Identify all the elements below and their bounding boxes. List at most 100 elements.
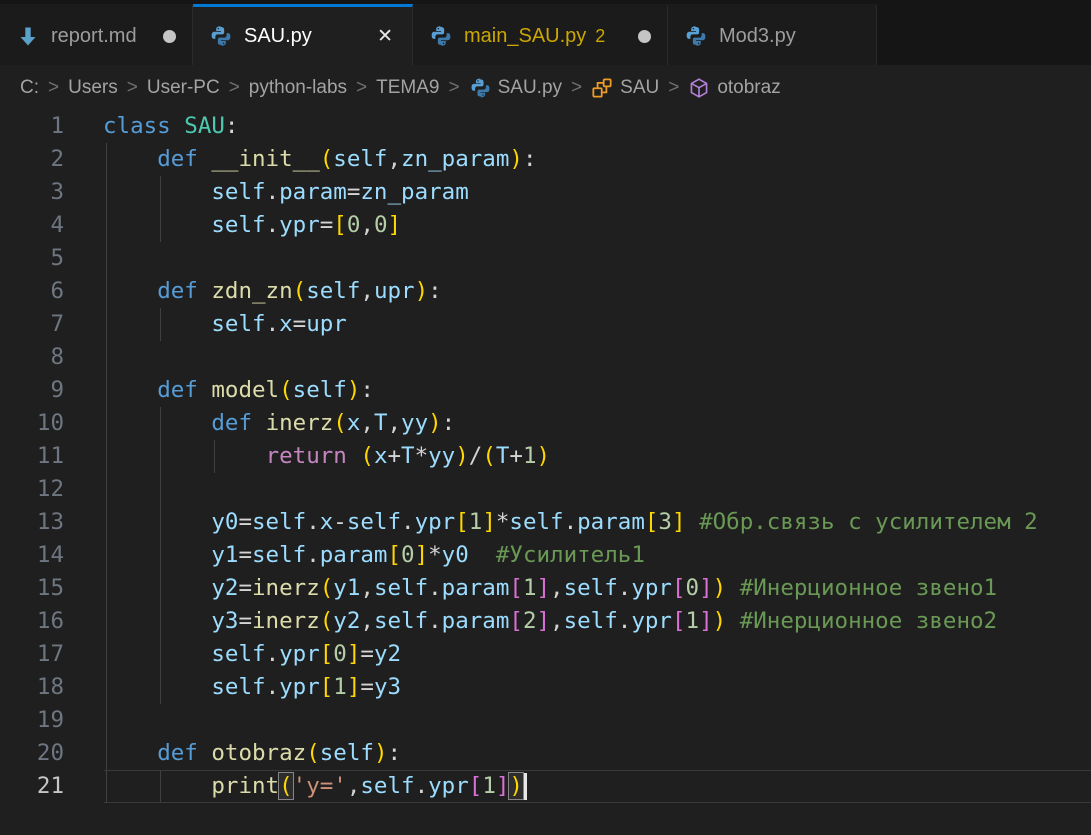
- line-content: def model(self):: [64, 374, 1091, 407]
- indent-guide: [160, 770, 161, 803]
- breadcrumb-label: SAU.py: [498, 77, 562, 99]
- line-content: print('y=',self.ypr[1]): [64, 770, 1091, 803]
- indent-guide: [160, 638, 161, 671]
- line-number[interactable]: 2: [0, 143, 64, 176]
- line-content: self.param=zn_param: [64, 176, 1091, 209]
- breadcrumb-item-SAU[interactable]: SAU: [591, 76, 659, 99]
- code-line[interactable]: 16 y3=inerz(y2,self.param[2],self.ypr[1]…: [0, 605, 1091, 638]
- indent-guide: [106, 209, 107, 242]
- vscode-window: report.mdSAU.py✕main_SAU.py2Mod3.py C:>U…: [0, 0, 1091, 835]
- breadcrumb-item-SAU.py[interactable]: SAU.py: [469, 76, 562, 99]
- breadcrumb-item-python-labs[interactable]: python-labs: [249, 77, 347, 99]
- indent-guide: [160, 176, 161, 209]
- line-content: self.x=upr: [64, 308, 1091, 341]
- tab-SAU.py[interactable]: SAU.py✕: [193, 4, 413, 65]
- code-line[interactable]: 20 def otobraz(self):: [0, 737, 1091, 770]
- indent-guide: [106, 638, 107, 671]
- indent-guide: [106, 737, 107, 770]
- tab-label: main_SAU.py: [464, 25, 586, 48]
- line-number[interactable]: 1: [0, 110, 64, 143]
- line-number[interactable]: 9: [0, 374, 64, 407]
- line-number[interactable]: 19: [0, 704, 64, 737]
- line-content: y2=inerz(y1,self.param[1],self.ypr[0]) #…: [64, 572, 1091, 605]
- indent-guide: [214, 440, 215, 473]
- breadcrumb-item-User-PC[interactable]: User-PC: [147, 77, 220, 99]
- code-line[interactable]: 12: [0, 473, 1091, 506]
- line-number[interactable]: 17: [0, 638, 64, 671]
- line-content: [64, 704, 1091, 737]
- code-line[interactable]: 14 y1=self.param[0]*y0 #Усилитель1: [0, 539, 1091, 572]
- line-content: y1=self.param[0]*y0 #Усилитель1: [64, 539, 1091, 572]
- code-line[interactable]: 8: [0, 341, 1091, 374]
- code-editor[interactable]: 1class SAU:2 def __init__(self,zn_param)…: [0, 110, 1091, 835]
- breadcrumb-label: TEMA9: [376, 77, 439, 99]
- indent-guide: [160, 539, 161, 572]
- markdown-icon: [16, 24, 40, 48]
- breadcrumb-item-otobraz[interactable]: otobraz: [688, 76, 780, 99]
- line-number[interactable]: 14: [0, 539, 64, 572]
- line-number[interactable]: 16: [0, 605, 64, 638]
- close-icon[interactable]: ✕: [374, 25, 396, 48]
- code-line[interactable]: 19: [0, 704, 1091, 737]
- indent-guide: [106, 407, 107, 440]
- breadcrumb-item-TEMA9[interactable]: TEMA9: [376, 77, 439, 99]
- line-number[interactable]: 21: [0, 770, 64, 803]
- code-line[interactable]: 15 y2=inerz(y1,self.param[1],self.ypr[0]…: [0, 572, 1091, 605]
- line-number[interactable]: 13: [0, 506, 64, 539]
- line-number[interactable]: 8: [0, 341, 64, 374]
- modified-dot[interactable]: [638, 30, 651, 43]
- code-line[interactable]: 7 self.x=upr: [0, 308, 1091, 341]
- line-number[interactable]: 7: [0, 308, 64, 341]
- indent-guide: [160, 473, 161, 506]
- tab-report.md[interactable]: report.md: [0, 4, 193, 65]
- line-number[interactable]: 12: [0, 473, 64, 506]
- code-line[interactable]: 5: [0, 242, 1091, 275]
- indent-guide: [106, 539, 107, 572]
- indent-guide: [106, 572, 107, 605]
- line-number[interactable]: 3: [0, 176, 64, 209]
- code-line[interactable]: 2 def __init__(self,zn_param):: [0, 143, 1091, 176]
- code-line[interactable]: 1class SAU:: [0, 110, 1091, 143]
- class-icon: [591, 76, 614, 99]
- breadcrumb-label: python-labs: [249, 77, 347, 99]
- code-line[interactable]: 17 self.ypr[0]=y2: [0, 638, 1091, 671]
- line-number[interactable]: 20: [0, 737, 64, 770]
- breadcrumb-item-Users[interactable]: Users: [68, 77, 118, 99]
- indent-guide: [160, 671, 161, 704]
- chevron-right-icon: >: [668, 77, 679, 99]
- indent-guide: [106, 176, 107, 209]
- indent-guide: [106, 374, 107, 407]
- line-number[interactable]: 11: [0, 440, 64, 473]
- line-number[interactable]: 6: [0, 275, 64, 308]
- tab-main_SAU.py[interactable]: main_SAU.py2: [413, 4, 668, 65]
- code-line[interactable]: 10 def inerz(x,T,yy):: [0, 407, 1091, 440]
- line-number[interactable]: 4: [0, 209, 64, 242]
- code-line[interactable]: 11 return (x+T*yy)/(T+1): [0, 440, 1091, 473]
- code-line[interactable]: 9 def model(self):: [0, 374, 1091, 407]
- breadcrumb-item-C:[interactable]: C:: [20, 77, 39, 99]
- indent-guide: [160, 209, 161, 242]
- chevron-right-icon: >: [356, 77, 367, 99]
- code-line[interactable]: 18 self.ypr[1]=y3: [0, 671, 1091, 704]
- line-content: def inerz(x,T,yy):: [64, 407, 1091, 440]
- modified-dot[interactable]: [163, 30, 176, 43]
- line-content: return (x+T*yy)/(T+1): [64, 440, 1091, 473]
- line-number[interactable]: 10: [0, 407, 64, 440]
- line-content: [64, 242, 1091, 275]
- chevron-right-icon: >: [127, 77, 138, 99]
- code-line[interactable]: 3 self.param=zn_param: [0, 176, 1091, 209]
- breadcrumb-label: Users: [68, 77, 118, 99]
- python-icon: [429, 24, 453, 48]
- indent-guide: [160, 605, 161, 638]
- code-line[interactable]: 13 y0=self.x-self.ypr[1]*self.param[3] #…: [0, 506, 1091, 539]
- line-number[interactable]: 18: [0, 671, 64, 704]
- line-content: [64, 341, 1091, 374]
- line-number[interactable]: 5: [0, 242, 64, 275]
- line-number[interactable]: 15: [0, 572, 64, 605]
- indent-guide: [160, 407, 161, 440]
- code-line[interactable]: 4 self.ypr=[0,0]: [0, 209, 1091, 242]
- code-line[interactable]: 21 print('y=',self.ypr[1]): [0, 770, 1091, 803]
- code-line[interactable]: 6 def zdn_zn(self,upr):: [0, 275, 1091, 308]
- tab-Mod3.py[interactable]: Mod3.py: [668, 4, 877, 65]
- python-icon: [209, 24, 233, 48]
